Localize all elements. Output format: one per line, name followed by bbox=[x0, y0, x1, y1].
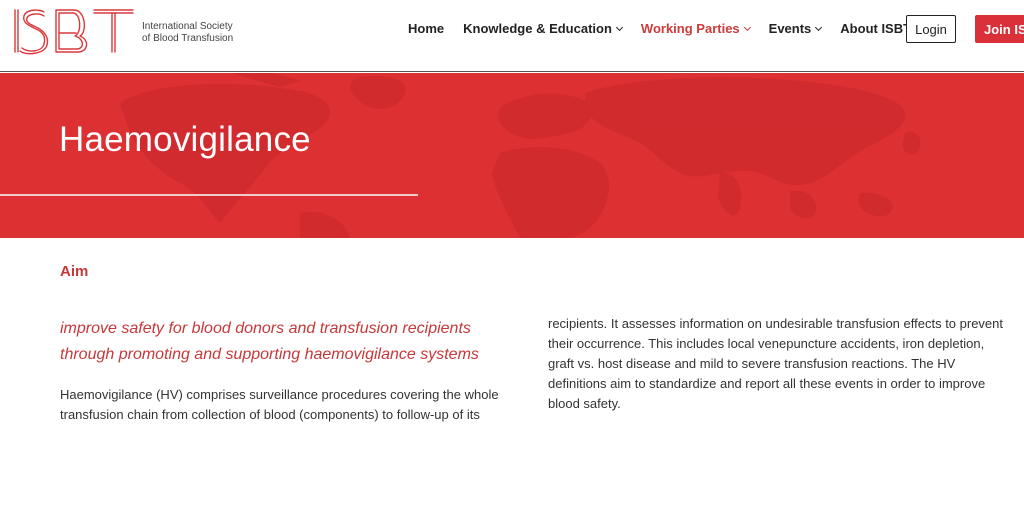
nav-item-events[interactable]: Events bbox=[768, 21, 823, 36]
nav-item-home[interactable]: Home bbox=[408, 21, 444, 36]
body-paragraph-column-2: recipients. It assesses information on u… bbox=[548, 316, 1004, 411]
main-nav: Home Knowledge & Education Working Parti… bbox=[408, 21, 940, 36]
nav-item-label: Working Parties bbox=[640, 21, 740, 36]
brand-line-1: International Society bbox=[142, 21, 233, 32]
site-header: International Society of Blood Transfusi… bbox=[0, 0, 1024, 72]
page-title: Haemovigilance bbox=[59, 120, 311, 159]
nav-item-knowledge-education[interactable]: Knowledge & Education bbox=[463, 21, 623, 36]
title-underline bbox=[0, 194, 418, 196]
aim-statement: improve safety for blood donors and tran… bbox=[60, 320, 479, 363]
chevron-down-icon bbox=[615, 23, 623, 31]
chevron-down-icon bbox=[743, 23, 751, 31]
nav-item-label: Events bbox=[768, 21, 812, 36]
hero-banner: Haemovigilance bbox=[0, 73, 1024, 238]
nav-item-label: Knowledge & Education bbox=[463, 21, 612, 36]
chevron-down-icon bbox=[815, 23, 823, 31]
isbt-logo[interactable] bbox=[12, 6, 136, 56]
brand-line-2: of Blood Transfusion bbox=[142, 33, 234, 44]
body-paragraph-column-1: Haemovigilance (HV) comprises surveillan… bbox=[60, 387, 499, 422]
brand-name: International Society of Blood Transfusi… bbox=[142, 21, 233, 45]
nav-item-label: About ISBT bbox=[840, 21, 912, 36]
section-heading-aim: Aim bbox=[60, 263, 89, 280]
join-isbt-button[interactable]: Join ISBT bbox=[975, 15, 1024, 43]
nav-item-working-parties[interactable]: Working Parties bbox=[640, 21, 751, 36]
nav-item-label: Home bbox=[408, 21, 445, 36]
login-button[interactable]: Login bbox=[906, 15, 956, 43]
